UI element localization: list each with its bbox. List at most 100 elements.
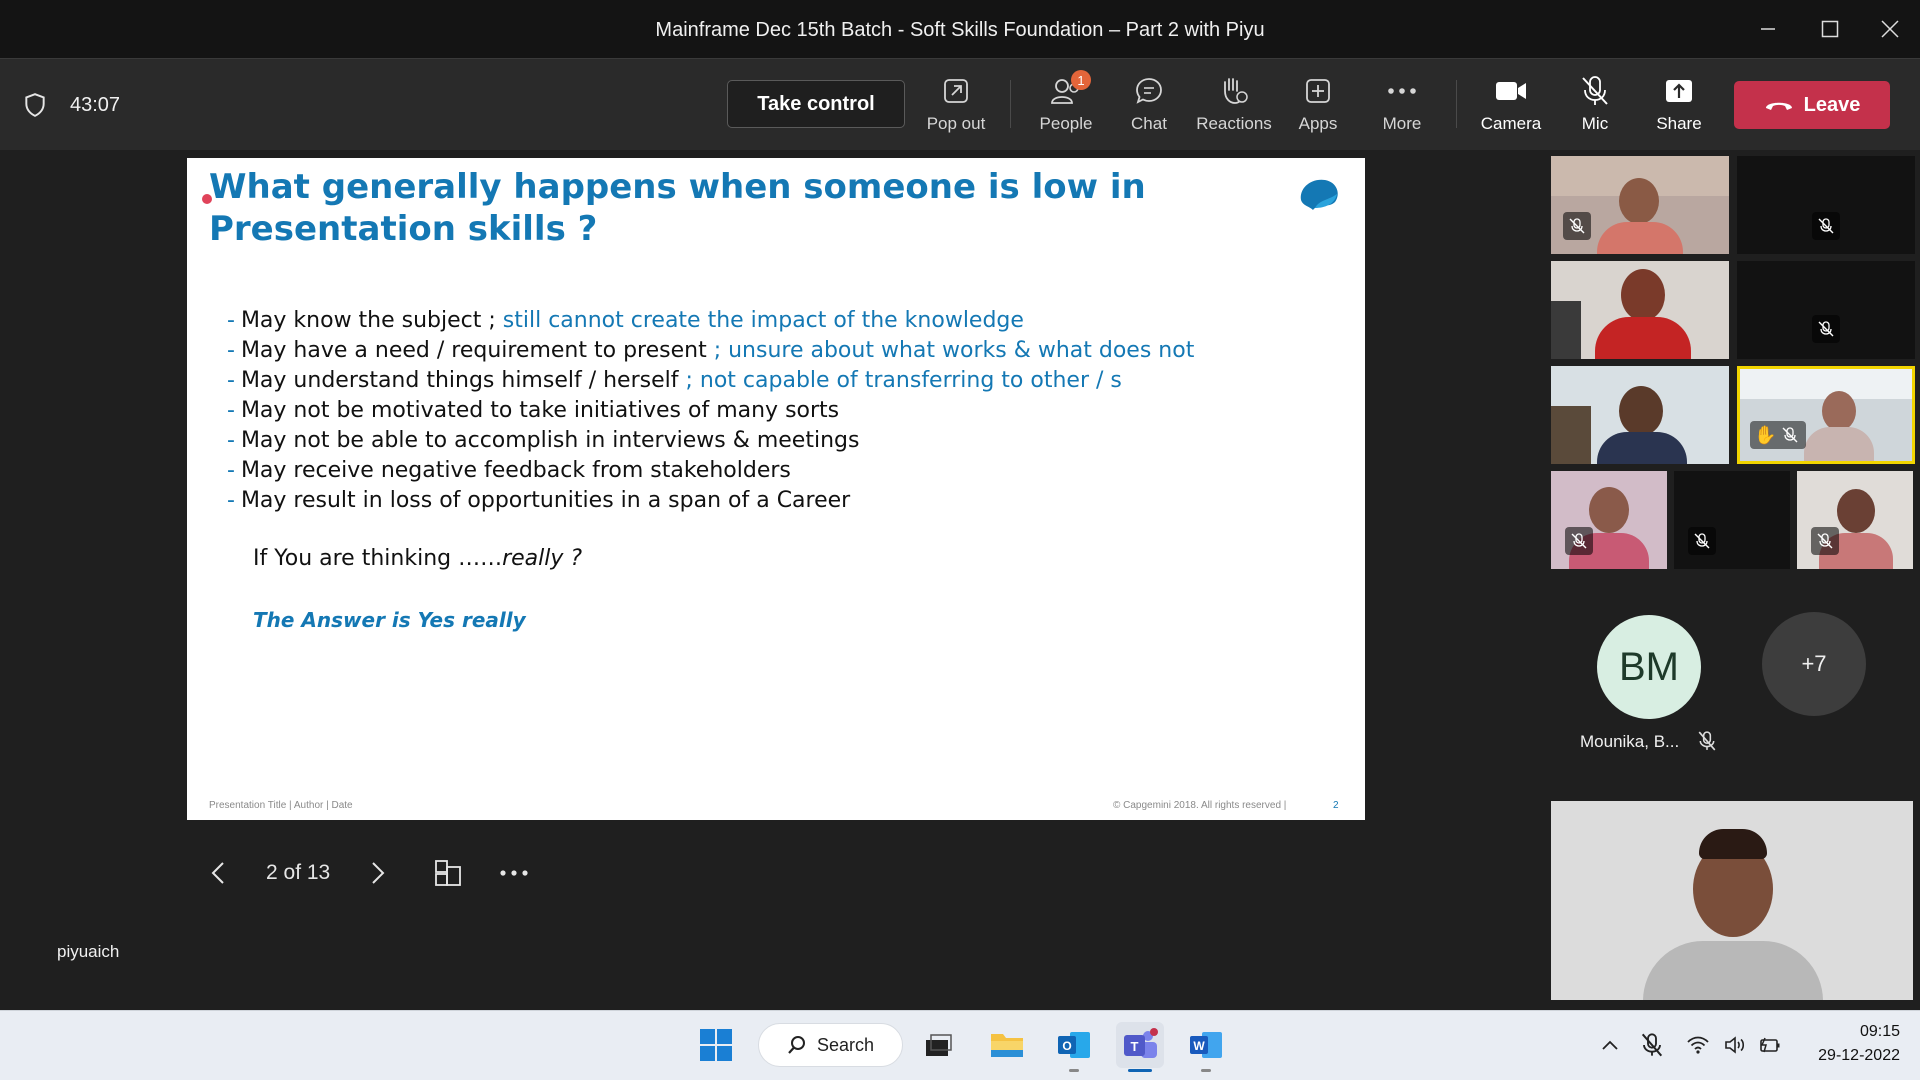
outlook-button[interactable]: O	[1050, 1022, 1098, 1068]
speaker-icon	[1725, 1036, 1745, 1054]
share-label: Share	[1656, 114, 1702, 133]
participant-video-tile[interactable]	[1737, 156, 1915, 254]
camera-button[interactable]: Camera	[1466, 72, 1556, 142]
bullet-item: - May not be motivated to take initiative…	[227, 398, 840, 423]
slide-thinking-line: If You are thinking ……really ?	[253, 546, 583, 571]
show-hidden-icons-button[interactable]	[1595, 1030, 1625, 1060]
previous-slide-button[interactable]	[200, 855, 236, 891]
search-icon	[788, 1036, 805, 1054]
slide-grid-icon	[435, 860, 462, 886]
slide-more-options-button[interactable]	[496, 855, 532, 891]
take-control-button[interactable]: Take control	[727, 80, 905, 128]
slide-footer-page: 2	[1333, 800, 1339, 811]
mic-off-icon	[1782, 427, 1798, 443]
shield-icon[interactable]	[22, 92, 48, 118]
chat-label: Chat	[1131, 114, 1167, 133]
slide-page-count: 2 of 13	[266, 861, 331, 884]
participant-video-tile[interactable]	[1797, 471, 1913, 569]
slide-footer-left: Presentation Title | Author | Date	[209, 800, 353, 811]
apps-label: Apps	[1298, 114, 1338, 133]
more-label: More	[1382, 114, 1422, 133]
teams-button[interactable]: T	[1116, 1022, 1164, 1068]
file-explorer-button[interactable]	[983, 1022, 1031, 1068]
taskbar-search-button[interactable]: Search	[758, 1023, 903, 1067]
participant-video-tile[interactable]	[1674, 471, 1790, 569]
running-indicator	[1069, 1069, 1079, 1072]
close-icon	[1881, 20, 1899, 38]
mic-off-icon	[1641, 1033, 1663, 1057]
grid-view-button[interactable]	[430, 855, 466, 891]
mic-label: Mic	[1581, 114, 1609, 133]
camera-icon	[1494, 74, 1528, 108]
more-participants-button[interactable]: +7	[1762, 612, 1866, 716]
bullet-item: - May have a need / requirement to presen…	[227, 338, 1195, 363]
participant-name: Mounika, B...	[1580, 732, 1680, 751]
task-view-button[interactable]	[915, 1022, 963, 1068]
start-button[interactable]	[692, 1022, 740, 1068]
chat-button[interactable]: Chat	[1104, 72, 1194, 142]
volume-button[interactable]	[1720, 1030, 1750, 1060]
reactions-button[interactable]: Reactions	[1189, 72, 1279, 142]
slide-footer-copyright: © Capgemini 2018. All rights reserved |	[1113, 800, 1287, 811]
leave-button[interactable]: Leave	[1734, 81, 1890, 129]
pop-out-label: Pop out	[926, 114, 986, 133]
maximize-button[interactable]	[1800, 0, 1860, 58]
slide-answer: The Answer is Yes really	[253, 608, 526, 632]
battery-charging-icon	[1760, 1037, 1780, 1053]
svg-text:T: T	[1131, 1039, 1139, 1054]
participant-avatar[interactable]: BM	[1597, 615, 1701, 719]
share-button[interactable]: Share	[1634, 72, 1724, 142]
capgemini-spade-logo	[1300, 179, 1338, 210]
toolbar-divider	[1010, 80, 1011, 128]
bullet-item: - May understand things himself / herself…	[227, 368, 1122, 393]
presenter-name: piyuaich	[57, 942, 120, 961]
participant-video-tile[interactable]	[1551, 156, 1729, 254]
meeting-timer: 43:07	[70, 94, 121, 116]
raise-hand-icon	[1217, 74, 1251, 108]
clock-date: 29-12-2022	[1818, 1047, 1900, 1064]
windows-start-icon	[700, 1029, 732, 1061]
participant-video-tile-spotlight[interactable]: ✋	[1737, 366, 1915, 464]
pop-out-icon	[939, 74, 973, 108]
folder-icon	[991, 1034, 1023, 1057]
more-button[interactable]: More	[1357, 72, 1447, 142]
toolbar-divider	[1456, 80, 1457, 128]
chevron-right-icon	[372, 862, 385, 884]
running-indicator	[1201, 1069, 1211, 1072]
pop-out-button[interactable]: Pop out	[911, 72, 1001, 142]
mic-off-icon	[1578, 74, 1612, 108]
maximize-icon	[1821, 20, 1839, 38]
taskbar-clock[interactable]: 09:15 29-12-2022	[1790, 1020, 1900, 1068]
word-button[interactable]: W	[1182, 1022, 1230, 1068]
tile-status-badges: ✋	[1750, 421, 1806, 449]
mic-off-icon	[1688, 527, 1716, 555]
word-icon: W	[1190, 1032, 1222, 1058]
minimize-button[interactable]	[1738, 0, 1798, 58]
bullet-item: - May know the subject ; still cannot cre…	[227, 308, 1024, 333]
svg-text:W: W	[1193, 1039, 1205, 1053]
wifi-button[interactable]	[1683, 1030, 1713, 1060]
participant-video-tile[interactable]	[1551, 471, 1667, 569]
battery-button[interactable]	[1755, 1030, 1785, 1060]
participant-video-tile[interactable]	[1551, 366, 1729, 464]
mic-button[interactable]: Mic	[1550, 72, 1640, 142]
clock-time: 09:15	[1859, 1023, 1900, 1040]
mic-off-icon	[1698, 731, 1716, 751]
mic-off-icon	[1563, 212, 1591, 240]
mic-off-icon	[1812, 315, 1840, 343]
self-video-preview[interactable]	[1551, 801, 1913, 1000]
participant-video-tile[interactable]	[1551, 261, 1729, 359]
apps-button[interactable]: Apps	[1273, 72, 1363, 142]
next-slide-button[interactable]	[360, 855, 396, 891]
leave-label: Leave	[1803, 93, 1861, 116]
slide-title: What generally happens when someone is l…	[209, 167, 1146, 249]
mic-muted-tray-button[interactable]	[1637, 1030, 1667, 1060]
more-icon	[1385, 74, 1419, 108]
bullet-item: - May receive negative feedback from stak…	[227, 458, 791, 483]
participant-video-tile[interactable]	[1737, 261, 1915, 359]
people-button[interactable]: 1 People	[1021, 70, 1111, 142]
more-icon	[500, 870, 528, 876]
close-window-button[interactable]	[1860, 0, 1920, 58]
slide-navigation: 2 of 13	[200, 855, 532, 891]
share-icon	[1662, 74, 1696, 108]
